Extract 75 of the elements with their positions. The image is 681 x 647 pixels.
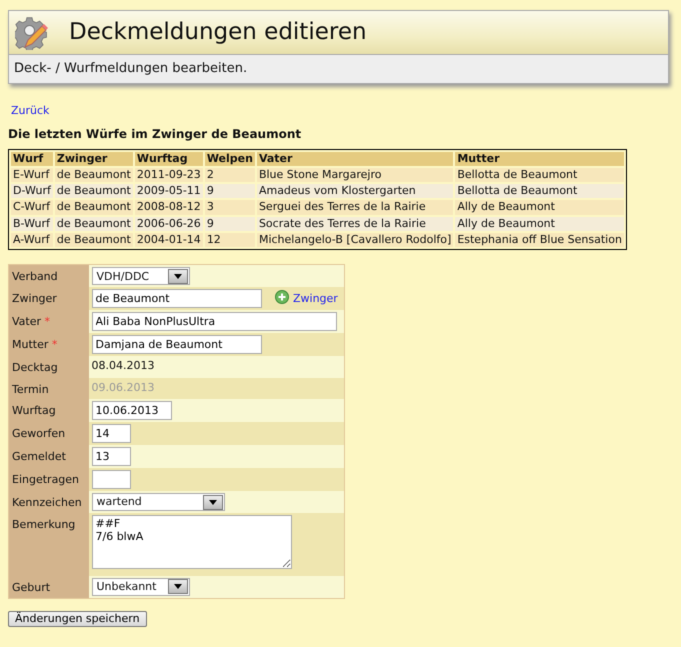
table-cell: 9 — [204, 184, 255, 198]
table-cell: Blue Stone Margarejro — [256, 168, 454, 182]
table-cell: 9 — [204, 216, 255, 232]
table-cell: Serguei des Terres de la Rairie — [256, 200, 454, 215]
section-heading: Die letzten Würfe im Zwinger de Beaumont — [8, 127, 302, 143]
table-cell: Estephania off Blue Sensation — [455, 233, 624, 248]
field-label: Vater — [12, 315, 42, 328]
table-cell: 2004-01-14 — [134, 233, 203, 248]
field-label: Zwinger — [12, 292, 57, 306]
column-header: Wurftag — [134, 152, 203, 166]
dropdown[interactable]: Unbekannt — [92, 578, 190, 596]
back-link[interactable]: Zurück — [11, 104, 50, 117]
table-cell: 3 — [204, 200, 255, 215]
remarks-field[interactable]: ##F 7/6 blwA — [92, 515, 292, 570]
table-cell: Socrate des Terres de la Rairie — [256, 216, 454, 232]
field-label: Termin — [12, 382, 49, 396]
column-header: Vater — [256, 152, 454, 166]
input-field[interactable]: 14 — [92, 424, 130, 444]
field-label: Geworfen — [12, 427, 66, 440]
table-cell: Michelangelo-B [Cavallero Rodolfo] — [256, 233, 454, 248]
table-cell: Bellotta de Beaumont — [455, 184, 624, 198]
field-value: 08.04.2013 — [92, 359, 154, 372]
field-label: Mutter — [12, 338, 48, 352]
table-cell: 2 — [204, 168, 255, 182]
input-field[interactable]: Damjana de Beaumont — [92, 335, 262, 354]
table-cell: 2009-05-11 — [134, 184, 203, 198]
field-label: Verband — [12, 270, 58, 284]
field-label: Geburt — [12, 580, 50, 594]
field-label: Wurftag — [12, 404, 56, 418]
plus-icon[interactable] — [275, 290, 289, 304]
save-button[interactable]: Änderungen speichern — [8, 610, 147, 627]
table-cell: 2006-06-26 — [134, 216, 203, 232]
column-header: Mutter — [455, 152, 624, 166]
caret-icon — [208, 500, 216, 505]
table-cell: de Beaumont — [54, 233, 133, 248]
column-header: Wurf — [11, 152, 53, 166]
table-cell: A-Wurf — [11, 233, 53, 248]
table-cell: D-Wurf — [11, 184, 53, 198]
table-cell: 2008-08-12 — [134, 200, 203, 215]
table-cell: Ally de Beaumont — [455, 200, 624, 215]
input-field[interactable]: 10.06.2013 — [92, 401, 172, 420]
zwinger-link[interactable]: Zwinger — [293, 292, 338, 306]
input-field[interactable]: 13 — [92, 447, 130, 466]
gear-pencil-icon — [15, 16, 49, 50]
column-header: Welpen — [204, 152, 255, 166]
dropdown[interactable]: wartend — [92, 493, 224, 512]
required-mark: * — [52, 338, 58, 352]
field-label: Gemeldet — [12, 450, 66, 464]
table-cell: Amadeus vom Klostergarten — [256, 184, 454, 198]
table-cell: 2011-09-23 — [134, 168, 203, 182]
required-mark: * — [44, 315, 50, 328]
input-field[interactable]: Ali Baba NonPlusUltra — [92, 312, 336, 332]
table-cell: de Beaumont — [54, 168, 133, 182]
table-cell: de Beaumont — [54, 216, 133, 232]
table-cell: E-Wurf — [11, 168, 53, 182]
caret-icon — [174, 274, 182, 279]
column-header: Zwinger — [54, 152, 133, 166]
table-cell: 12 — [204, 233, 255, 248]
input-field[interactable]: de Beaumont — [92, 289, 262, 308]
dropdown[interactable]: VDH/DDC — [92, 267, 190, 286]
field-label: Decktag — [12, 361, 58, 374]
input-field[interactable] — [92, 470, 130, 490]
table-cell: C-Wurf — [11, 200, 53, 215]
field-label: Eingetragen — [12, 473, 80, 486]
table-cell: de Beaumont — [54, 200, 133, 215]
table-cell: B-Wurf — [11, 216, 53, 232]
table-cell: Ally de Beaumont — [455, 216, 624, 232]
table-cell: de Beaumont — [54, 184, 133, 198]
page-title: Deckmeldungen editieren — [69, 18, 367, 46]
page-subtitle: Deck- / Wurfmeldungen bearbeiten. — [9, 55, 668, 82]
field-label: Bemerkung — [12, 518, 76, 532]
caret-icon — [174, 584, 182, 590]
table-cell: Bellotta de Beaumont — [455, 168, 624, 182]
field-label: Kennzeichen — [12, 496, 82, 510]
field-value: 09.06.2013 — [92, 380, 154, 394]
